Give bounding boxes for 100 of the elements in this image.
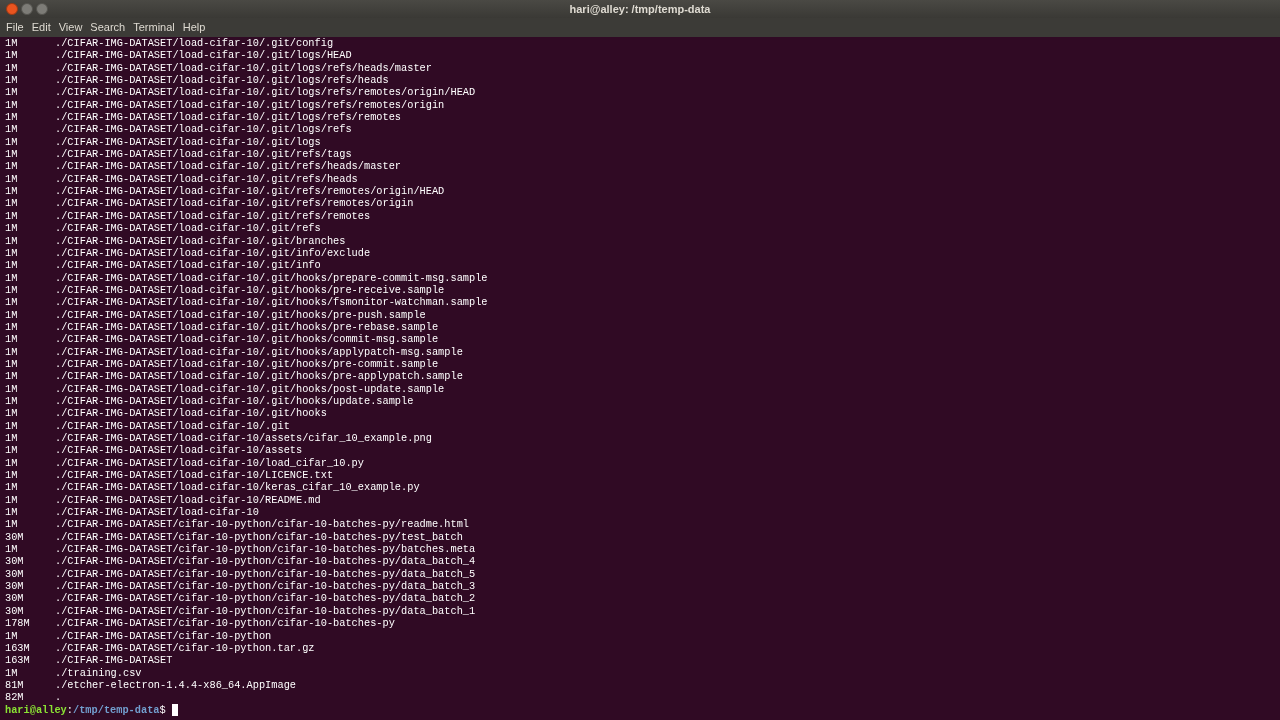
path-text: ./etcher-electron-1.4.4-x86_64.AppImage xyxy=(55,678,296,692)
prompt-user-host: hari@alley xyxy=(5,703,67,716)
path-text: ./CIFAR-IMG-DATASET/load-cifar-10/.git/logs/refs xyxy=(55,123,352,136)
size-text: 1M xyxy=(5,37,19,50)
path-text: ./CIFAR-IMG-DATASET/load-cifar-10/.git/hooks/pre-receive.sample xyxy=(55,283,445,297)
size-text: 30M xyxy=(5,592,25,605)
menu-item[interactable]: Help xyxy=(180,19,208,36)
path-text: ./CIFAR-IMG-DATASET/load-cifar-10/.git/info xyxy=(55,259,321,272)
size-text: 1M xyxy=(5,222,19,235)
size-text: 1M xyxy=(5,481,19,494)
path-text: ./CIFAR-IMG-DATASET/load-cifar-10/keras_cifar_10_example.py xyxy=(55,481,420,494)
size-text: 1M xyxy=(5,370,19,383)
prompt-symbol: $ xyxy=(159,703,166,716)
path-text: ./training.csv xyxy=(55,666,142,679)
path-text: ./CIFAR-IMG-DATASET/load-cifar-10/.git/hooks/pre-commit.sample xyxy=(55,357,439,371)
path-text: ./CIFAR-IMG-DATASET/load-cifar-10/.git/hooks/applypatch-msg.sample xyxy=(55,345,463,358)
size-text: 1M xyxy=(5,629,19,642)
path-text: ./CIFAR-IMG-DATASET/load-cifar-10/.git/refs/remotes xyxy=(55,209,371,223)
path-text: ./CIFAR-IMG-DATASET/load-cifar-10/.git/hooks/pre-applypatch.sample xyxy=(55,370,463,383)
menu-item[interactable]: File xyxy=(4,19,26,36)
size-text: 163M xyxy=(5,641,31,655)
path-text: ./CIFAR-IMG-DATASET/cifar-10-python/cifar-10-batches-py/data_batch_3 xyxy=(55,580,476,593)
size-text: 1M xyxy=(5,333,19,346)
size-text: 1M xyxy=(5,407,19,420)
size-text: 1M xyxy=(5,283,19,297)
path-text: ./CIFAR-IMG-DATASET/load-cifar-10/.git/refs/heads/master xyxy=(55,160,402,173)
path-text: ./CIFAR-IMG-DATASET/cifar-10-python/cifar-10-batches-py/batches.meta xyxy=(55,543,476,556)
path-text: ./CIFAR-IMG-DATASET/load-cifar-10/assets xyxy=(55,444,303,457)
path-text: ./CIFAR-IMG-DATASET/cifar-10-python/cifar-10-batches-py/test_batch xyxy=(55,530,463,544)
window-title: hari@alley: /tmp/temp-data xyxy=(569,1,711,17)
size-text: 1M xyxy=(5,61,19,75)
size-text: 1M xyxy=(5,98,19,112)
path-text: ./CIFAR-IMG-DATASET/load-cifar-10/.git/refs/tags xyxy=(55,148,352,161)
minimize-icon[interactable] xyxy=(21,3,33,15)
size-text: 82M xyxy=(5,691,25,704)
path-text: ./CIFAR-IMG-DATASET/load-cifar-10/.git/refs/heads xyxy=(55,172,358,186)
path-text: ./CIFAR-IMG-DATASET/load-cifar-10/assets/cifar_10_example.png xyxy=(55,432,432,445)
size-text: 1M xyxy=(5,246,19,260)
size-text: 30M xyxy=(5,555,25,568)
path-text: ./CIFAR-IMG-DATASET/load-cifar-10/.git/logs/refs/remotes/origin/HEAD xyxy=(55,86,476,99)
path-text: . xyxy=(55,691,62,704)
path-text: ./CIFAR-IMG-DATASET/load-cifar-10/.git/hooks/pre-rebase.sample xyxy=(55,320,439,334)
size-text: 1M xyxy=(5,394,19,408)
size-text: 163M xyxy=(5,654,31,667)
size-text: 1M xyxy=(5,86,19,99)
size-text: 1M xyxy=(5,320,19,334)
size-text: 1M xyxy=(5,209,19,223)
menu-item[interactable]: Edit xyxy=(29,19,53,36)
path-text: ./CIFAR-IMG-DATASET/cifar-10-python.tar.gz xyxy=(55,641,315,655)
menu-item[interactable]: View xyxy=(56,19,85,36)
size-text: 1M xyxy=(5,506,19,519)
path-text: ./CIFAR-IMG-DATASET/load-cifar-10/.git/logs/refs/heads xyxy=(55,74,389,87)
path-text: ./CIFAR-IMG-DATASET xyxy=(55,654,173,667)
path-text: ./CIFAR-IMG-DATASET/load-cifar-10/.git/refs xyxy=(55,222,321,235)
menu-item[interactable]: Terminal xyxy=(131,19,177,36)
size-text: 1M xyxy=(5,666,19,679)
size-text: 1M xyxy=(5,234,19,247)
path-text: ./CIFAR-IMG-DATASET/load-cifar-10/.git/hooks/update.sample xyxy=(55,394,414,408)
close-icon[interactable] xyxy=(6,3,18,15)
size-text: 1M xyxy=(5,271,19,284)
path-text: ./CIFAR-IMG-DATASET/load-cifar-10/README.md xyxy=(55,493,321,507)
path-text: ./CIFAR-IMG-DATASET/load-cifar-10/.git/logs/HEAD xyxy=(55,49,352,62)
size-text: 1M xyxy=(5,111,19,124)
size-text: 1M xyxy=(5,493,19,507)
size-text: 30M xyxy=(5,530,25,544)
path-text: ./CIFAR-IMG-DATASET/cifar-10-python/cifar-10-batches-py/data_batch_4 xyxy=(55,555,476,568)
path-text: ./CIFAR-IMG-DATASET/cifar-10-python/cifar-10-batches-py xyxy=(55,617,395,630)
maximize-icon[interactable] xyxy=(36,3,48,15)
path-text: ./CIFAR-IMG-DATASET/load-cifar-10/.git/logs/refs/remotes/origin xyxy=(55,98,445,112)
size-text: 1M xyxy=(5,543,19,556)
size-text: 1M xyxy=(5,148,19,161)
path-text: ./CIFAR-IMG-DATASET/load-cifar-10/.git/hooks/fsmonitor-watchman.sample xyxy=(55,296,488,309)
path-text: ./CIFAR-IMG-DATASET/cifar-10-python/cifar-10-batches-py/readme.html xyxy=(55,518,469,531)
path-text: ./CIFAR-IMG-DATASET/load-cifar-10/.git/config xyxy=(55,37,334,50)
size-text: 1M xyxy=(5,135,19,149)
size-text: 30M xyxy=(5,604,25,618)
path-text: ./CIFAR-IMG-DATASET/load-cifar-10/.git/hooks/commit-msg.sample xyxy=(55,333,439,346)
path-text: ./CIFAR-IMG-DATASET/load-cifar-10/.git/branches xyxy=(55,234,346,247)
size-text: 30M xyxy=(5,580,25,593)
path-text: ./CIFAR-IMG-DATASET/load-cifar-10/.git/hooks/prepare-commit-msg.sample xyxy=(55,271,488,284)
path-text: ./CIFAR-IMG-DATASET/load-cifar-10/LICENCE.txt xyxy=(55,469,334,482)
size-text: 1M xyxy=(5,518,19,531)
path-text: ./CIFAR-IMG-DATASET/load-cifar-10/.git/hooks xyxy=(55,407,327,420)
size-text: 1M xyxy=(5,49,19,62)
path-text: ./CIFAR-IMG-DATASET/load-cifar-10/.git xyxy=(55,419,290,432)
size-text: 1M xyxy=(5,469,19,482)
size-text: 1M xyxy=(5,456,19,470)
path-text: ./CIFAR-IMG-DATASET/load-cifar-10/.git/info/exclude xyxy=(55,246,371,260)
path-text: ./CIFAR-IMG-DATASET/load-cifar-10/load_cifar_10.py xyxy=(55,456,364,470)
path-text: ./CIFAR-IMG-DATASET/load-cifar-10/.git/hooks/post-update.sample xyxy=(55,382,445,395)
size-text: 1M xyxy=(5,160,19,173)
size-text: 1M xyxy=(5,296,19,309)
size-text: 1M xyxy=(5,259,19,272)
prompt-separator: : xyxy=(66,703,73,716)
path-text: ./CIFAR-IMG-DATASET/load-cifar-10/.git/hooks/pre-push.sample xyxy=(55,308,426,321)
path-text: ./CIFAR-IMG-DATASET/load-cifar-10/.git/refs/remotes/origin xyxy=(55,197,414,210)
path-text: ./CIFAR-IMG-DATASET/cifar-10-python/cifar-10-batches-py/data_batch_1 xyxy=(55,604,476,618)
size-text: 1M xyxy=(5,185,19,198)
size-text: 81M xyxy=(5,678,25,692)
menu-item[interactable]: Search xyxy=(88,19,128,36)
